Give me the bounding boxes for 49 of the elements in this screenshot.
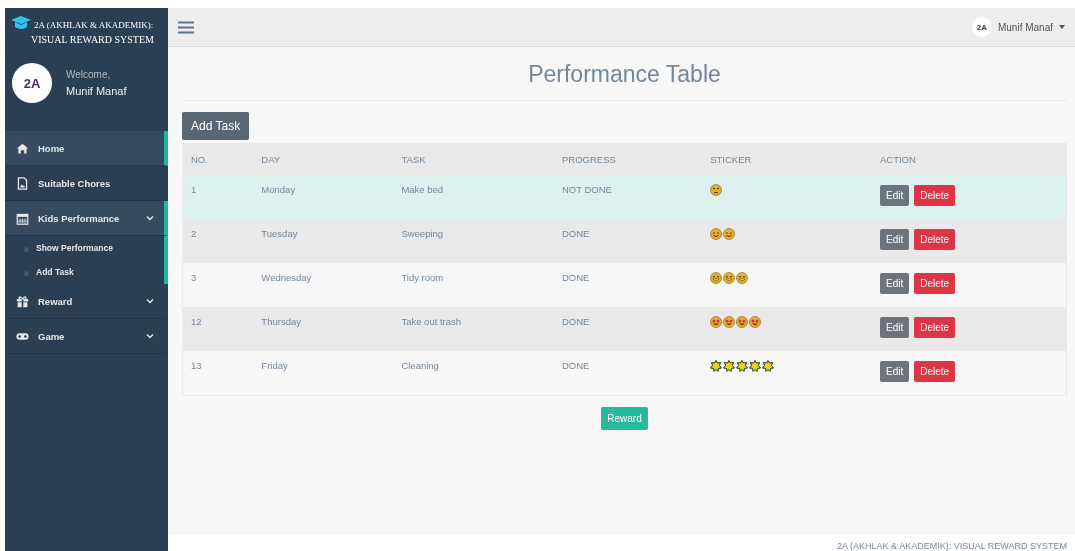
table-cell: DONE xyxy=(553,219,703,263)
table-cell: NOT DONE xyxy=(553,175,703,219)
edit-button[interactable]: Edit xyxy=(880,229,910,250)
column-header: ACTION xyxy=(872,143,1067,175)
table-cell: Thursday xyxy=(253,307,394,351)
delete-button[interactable]: Delete xyxy=(914,185,956,206)
page-title: Performance Table xyxy=(182,61,1067,101)
table-cell: 12 xyxy=(182,307,254,351)
table-cell: Friday xyxy=(253,351,394,395)
table-cell: 3 xyxy=(182,263,254,307)
app-subtitle: VISUAL REWARD SYSTEM xyxy=(31,34,154,45)
table-cell: Tidy room xyxy=(393,263,554,307)
table-cell: 2 xyxy=(182,219,254,263)
delete-button[interactable]: Delete xyxy=(914,317,956,338)
column-header: TASK xyxy=(393,143,554,175)
table-cell: Make bed xyxy=(393,175,554,219)
table-cell: Monday xyxy=(253,175,394,219)
footer-text: 2A (AKHLAK & AKADEMIK): VISUAL REWARD SYSTEM xyxy=(837,541,1067,551)
delete-button[interactable]: Delete xyxy=(914,361,956,382)
delete-button[interactable]: Delete xyxy=(914,229,956,250)
user-menu[interactable]: Munif Manaf xyxy=(997,21,1053,33)
column-header: DAY xyxy=(253,143,394,175)
profile-name: Munif Manaf xyxy=(66,85,127,97)
add-task-button[interactable]: Add Task xyxy=(182,112,250,140)
table-cell: Cleaning xyxy=(393,351,554,395)
table-cell: DONE xyxy=(553,263,703,307)
sidebar-item[interactable]: Home xyxy=(5,131,168,166)
delete-button[interactable]: Delete xyxy=(914,273,956,294)
table-cell: Take out trash xyxy=(393,307,554,351)
edit-button[interactable]: Edit xyxy=(880,273,910,294)
edit-button[interactable]: Edit xyxy=(880,185,910,206)
column-header: PROGRESS xyxy=(553,143,703,175)
edit-button[interactable]: Edit xyxy=(880,317,910,338)
table-cell: DONE xyxy=(553,351,703,395)
user-avatar[interactable]: 2A xyxy=(971,17,992,37)
table-cell: Wednesday xyxy=(253,263,394,307)
table-cell: DONE xyxy=(553,307,703,351)
column-header: NO. xyxy=(182,143,254,175)
sidebar-item[interactable]: Kids Performance xyxy=(5,201,168,236)
edit-button[interactable]: Edit xyxy=(880,361,910,382)
table-cell: 1 xyxy=(182,175,254,219)
welcome-text: Welcome, xyxy=(66,69,112,80)
table-cell: Sweeping xyxy=(393,219,554,263)
profile-avatar: 2A xyxy=(12,63,52,103)
table-cell: 13 xyxy=(182,351,254,395)
app-title: 2A (AKHLAK & AKADEMIK): xyxy=(34,20,154,30)
table-cell: Tuesday xyxy=(253,219,394,263)
column-header: STICKER xyxy=(702,143,872,175)
reward-button[interactable]: Reward xyxy=(601,406,648,430)
